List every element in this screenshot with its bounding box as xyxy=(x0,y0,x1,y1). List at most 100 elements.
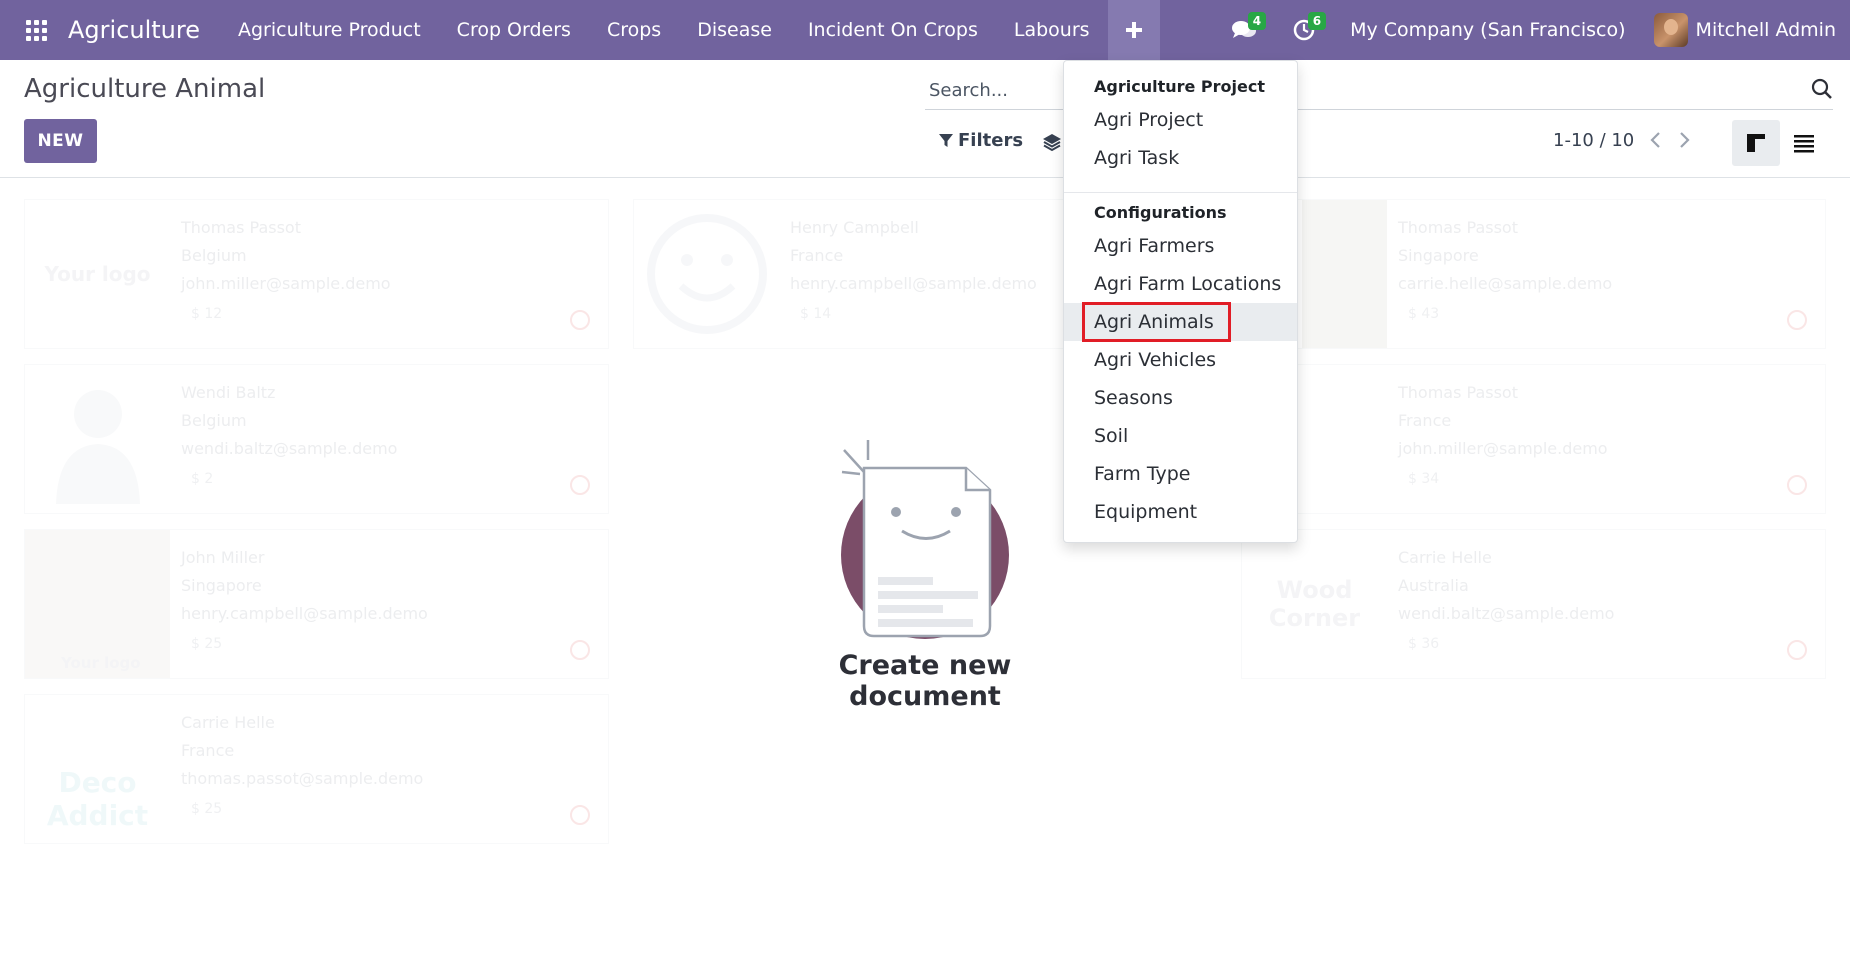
pager-previous-icon[interactable] xyxy=(1648,130,1662,154)
card-email: wendi.baltz@sample.demo xyxy=(1398,604,1615,623)
card-name: Carrie Helle xyxy=(1398,548,1492,567)
activities-clock-icon[interactable]: 6 xyxy=(1282,0,1327,60)
card-price: $ 25 xyxy=(191,801,223,817)
menu-divider xyxy=(1064,192,1297,193)
menu-item-farm-type[interactable]: Farm Type xyxy=(1064,455,1297,493)
activity-clock-icon xyxy=(570,640,590,660)
new-button[interactable]: NEW xyxy=(24,119,97,163)
kanban-card: Deco Addict Carrie Helle France thomas.p… xyxy=(24,694,609,844)
menu-crops[interactable]: Crops xyxy=(589,0,679,60)
messages-badge: 4 xyxy=(1247,12,1267,30)
filters-label: Filters xyxy=(958,130,1024,151)
search-bar xyxy=(925,72,1833,110)
menu-item-soil[interactable]: Soil xyxy=(1064,417,1297,455)
menu-incident-on-crops[interactable]: Incident On Crops xyxy=(790,0,996,60)
card-smiley-avatar xyxy=(634,200,779,348)
kanban-card: Wendi Baltz Belgium wendi.baltz@sample.d… xyxy=(24,364,609,514)
activity-clock-icon xyxy=(1787,475,1807,495)
menu-disease[interactable]: Disease xyxy=(679,0,790,60)
menu-item-agri-animals[interactable]: Agri Animals xyxy=(1064,303,1297,341)
filters-button[interactable]: Filters xyxy=(938,130,1023,151)
menu-item-agri-task[interactable]: Agri Task xyxy=(1064,139,1297,177)
menu-item-agri-project[interactable]: Agri Project xyxy=(1064,101,1297,139)
user-avatar xyxy=(1653,13,1688,47)
more-menu-plus-icon[interactable] xyxy=(1107,0,1160,60)
apps-menu-icon[interactable] xyxy=(18,0,54,60)
pager-value[interactable]: 1-10 / 10 xyxy=(1553,130,1634,151)
card-price: $ 12 xyxy=(191,306,223,322)
more-menu-dropdown: Agriculture Project Agri Project Agri Ta… xyxy=(1063,60,1298,543)
kanban-card: Your logo John Miller Singapore henry.ca… xyxy=(24,529,609,679)
menu-item-equipment[interactable]: Equipment xyxy=(1064,493,1297,531)
card-photo xyxy=(1302,200,1387,348)
kanban-card: Thomas Passot Singapore carrie.helle@sam… xyxy=(1241,199,1826,349)
card-name: Thomas Passot xyxy=(181,218,301,237)
section-header-agriculture-project: Agriculture Project xyxy=(1094,77,1265,96)
kanban-card: Your logo Thomas Passot Belgium john.mil… xyxy=(24,199,609,349)
card-email: john.miller@sample.demo xyxy=(1398,439,1608,458)
search-icon[interactable] xyxy=(1811,78,1833,104)
activity-clock-icon xyxy=(1787,640,1807,660)
card-country: Belgium xyxy=(181,246,247,265)
group-by-layers-icon[interactable] xyxy=(1042,132,1062,156)
card-country: France xyxy=(790,246,844,265)
company-switcher[interactable]: My Company (San Francisco) xyxy=(1350,19,1625,41)
card-name: Henry Campbell xyxy=(790,218,919,237)
card-country: France xyxy=(1398,411,1452,430)
section-header-configurations: Configurations xyxy=(1094,203,1227,222)
empty-helper-title: Create new document xyxy=(838,650,1012,712)
card-price: $ 25 xyxy=(191,636,223,652)
card-name: Thomas Passot xyxy=(1398,218,1518,237)
card-price: $ 43 xyxy=(1408,306,1440,322)
kanban-card: Wood Corner Carrie Helle Australia wendi… xyxy=(1241,529,1826,679)
menu-labours[interactable]: Labours xyxy=(996,0,1108,60)
card-email: carrie.helle@sample.demo xyxy=(1398,274,1613,293)
card-email: thomas.passot@sample.demo xyxy=(181,769,424,788)
activity-clock-icon xyxy=(570,805,590,825)
activity-clock-icon xyxy=(570,310,590,330)
card-country: Australia xyxy=(1398,576,1469,595)
card-country: France xyxy=(181,741,235,760)
card-logo: Deco Addict xyxy=(46,766,149,832)
kanban-view-icon[interactable] xyxy=(1732,120,1780,166)
menu-agriculture-product[interactable]: Agriculture Product xyxy=(220,0,439,60)
card-country: Singapore xyxy=(1398,246,1479,265)
card-email: john.miller@sample.demo xyxy=(181,274,391,293)
menu-item-agri-vehicles[interactable]: Agri Vehicles xyxy=(1064,341,1297,379)
menu-item-seasons[interactable]: Seasons xyxy=(1064,379,1297,417)
card-price: $ 36 xyxy=(1408,636,1440,652)
user-menu[interactable]: Mitchell Admin xyxy=(1653,13,1836,47)
messages-icon[interactable]: 4 xyxy=(1222,0,1267,60)
app-brand[interactable]: Agriculture xyxy=(68,16,200,44)
card-price: $ 14 xyxy=(800,306,832,322)
card-email: henry.campbell@sample.demo xyxy=(181,604,428,623)
activity-clock-icon xyxy=(1787,310,1807,330)
search-input[interactable] xyxy=(925,80,1725,101)
card-photo: Your logo xyxy=(25,530,170,678)
card-silhouette xyxy=(25,365,170,513)
activities-badge: 6 xyxy=(1307,12,1327,30)
menu-crop-orders[interactable]: Crop Orders xyxy=(439,0,589,60)
kanban-card: Thomas Passot France john.miller@sample.… xyxy=(1241,364,1826,514)
card-name: Thomas Passot xyxy=(1398,383,1518,402)
card-email: henry.campbell@sample.demo xyxy=(790,274,1037,293)
card-name: Wendi Baltz xyxy=(181,383,276,402)
pager-next-icon[interactable] xyxy=(1678,130,1692,154)
card-logo: Wood Corner xyxy=(1268,576,1361,632)
filter-icon xyxy=(939,133,953,147)
card-country: Singapore xyxy=(181,576,262,595)
top-navbar: Agriculture Agriculture Product Crop Ord… xyxy=(0,0,1850,60)
control-panel: Agriculture Animal NEW Filters 1-10 / 10 xyxy=(0,60,1850,178)
activity-clock-icon xyxy=(570,475,590,495)
card-logo-placeholder: Your logo xyxy=(44,262,151,286)
card-price: $ 34 xyxy=(1408,471,1440,487)
card-name: John Miller xyxy=(181,548,265,567)
page-title: Agriculture Animal xyxy=(24,74,266,104)
card-name: Carrie Helle xyxy=(181,713,275,732)
menu-item-agri-farm-locations[interactable]: Agri Farm Locations xyxy=(1064,265,1297,303)
list-view-icon[interactable] xyxy=(1780,120,1828,166)
card-email: wendi.baltz@sample.demo xyxy=(181,439,398,458)
menu-item-agri-farmers[interactable]: Agri Farmers xyxy=(1064,227,1297,265)
card-country: Belgium xyxy=(181,411,247,430)
user-name: Mitchell Admin xyxy=(1695,19,1836,41)
